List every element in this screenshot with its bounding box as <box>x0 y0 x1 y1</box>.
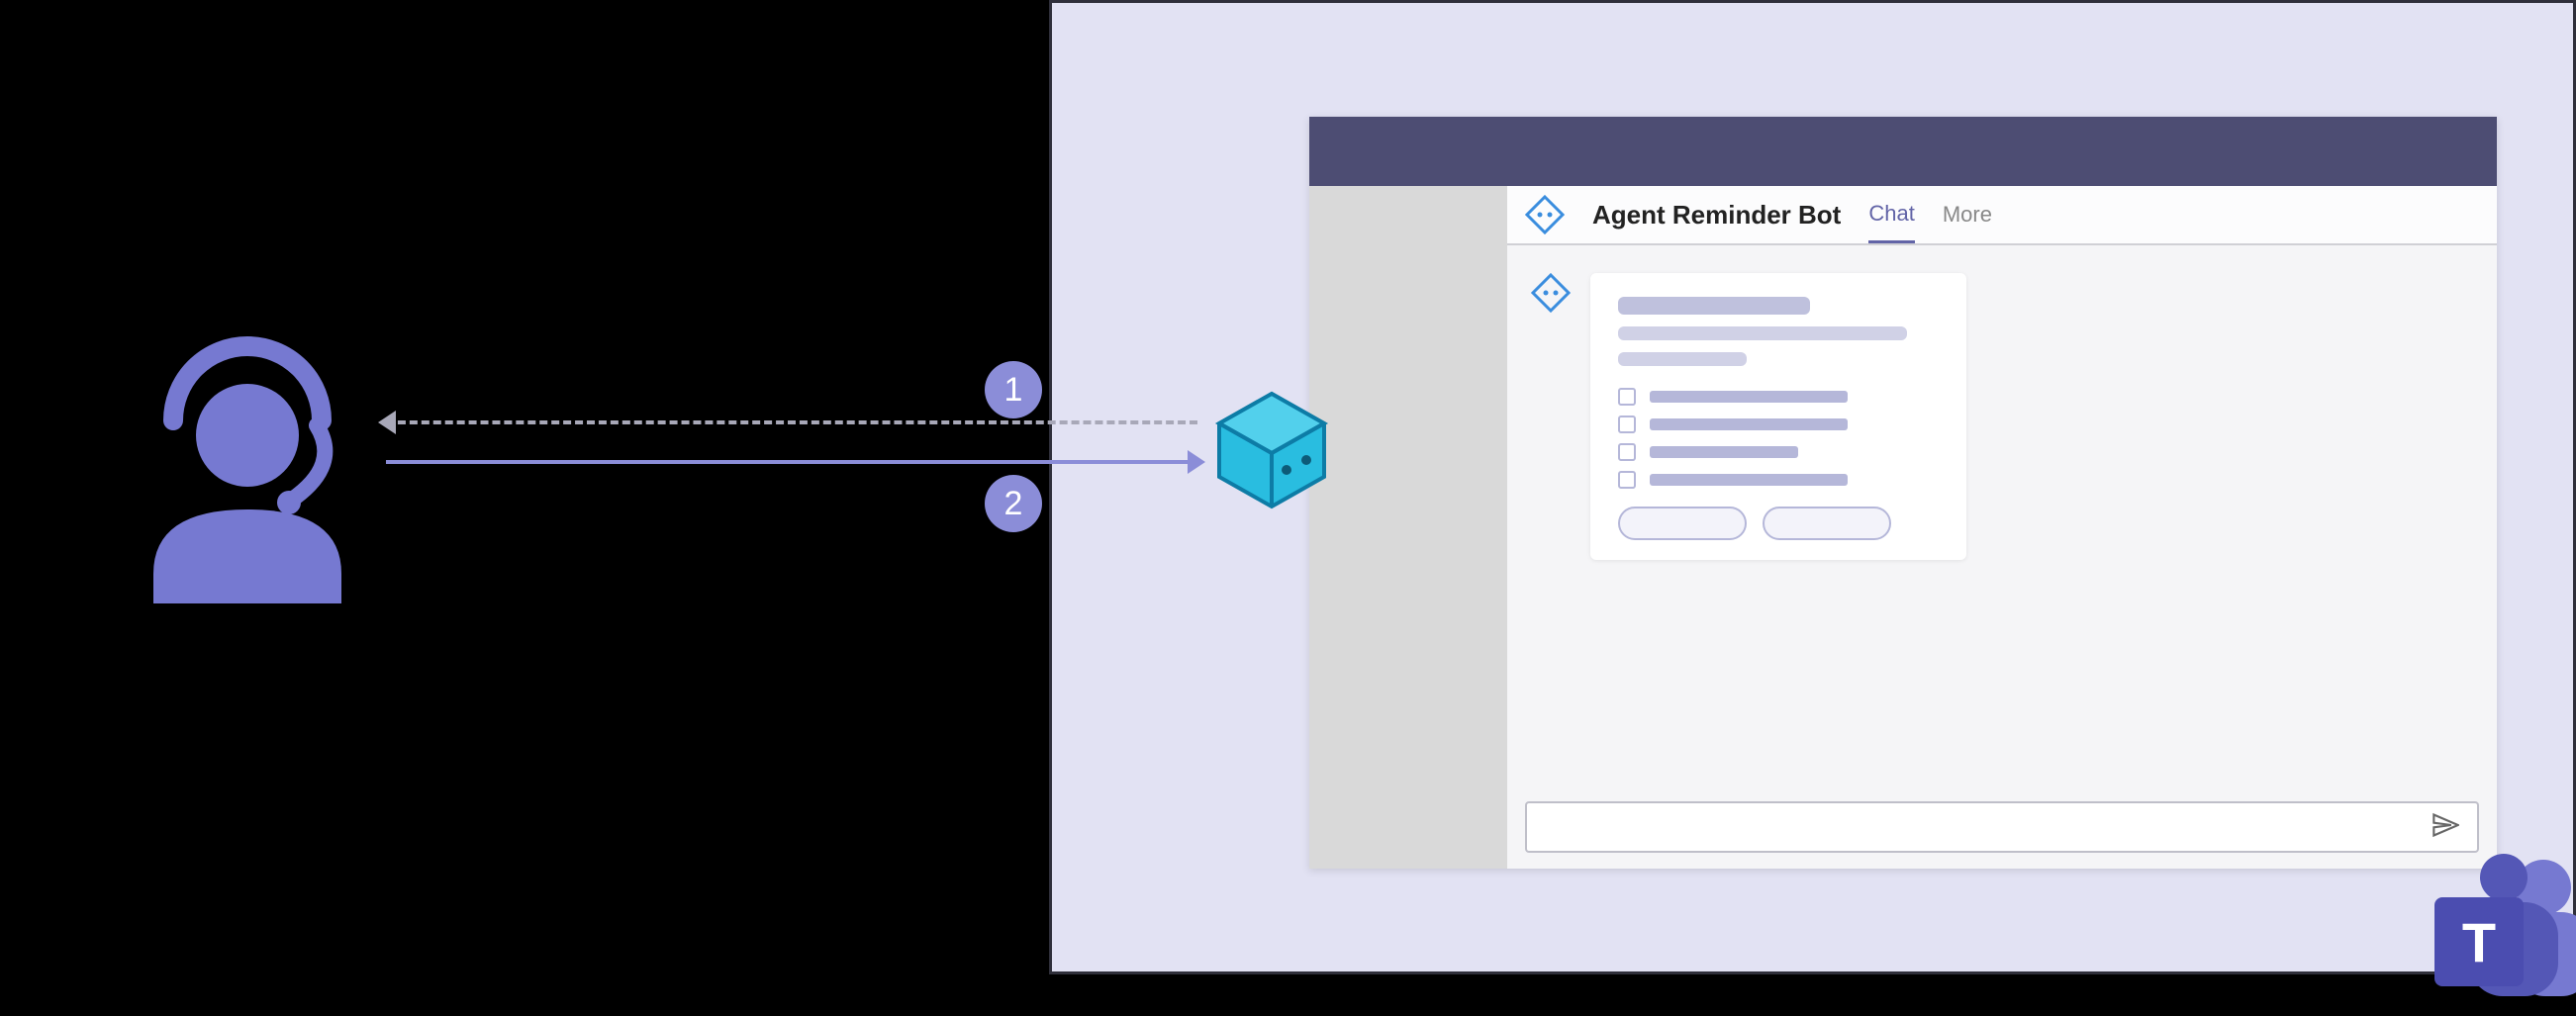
teams-chat-header: Agent Reminder Bot Chat More <box>1507 186 2497 245</box>
checkbox-icon[interactable] <box>1618 443 1636 461</box>
adaptive-card <box>1590 273 1966 560</box>
code-diamond-icon <box>1525 195 1565 234</box>
step-badge-1: 1 <box>985 361 1042 418</box>
card-action-row <box>1618 507 1939 540</box>
checklist-item[interactable] <box>1618 443 1939 461</box>
checkbox-icon[interactable] <box>1618 416 1636 433</box>
checklist-label-placeholder <box>1650 474 1848 486</box>
svg-text:T: T <box>2462 911 2496 973</box>
card-text-placeholder <box>1618 326 1907 340</box>
arrowhead-right-icon <box>1188 450 1205 474</box>
checklist-label-placeholder <box>1650 446 1798 458</box>
teams-left-sidebar <box>1309 186 1507 869</box>
checklist-item[interactable] <box>1618 416 1939 433</box>
bot-message-row <box>1531 273 2473 560</box>
bot-name-label: Agent Reminder Bot <box>1592 200 1841 231</box>
card-action-button[interactable] <box>1763 507 1891 540</box>
checkbox-icon[interactable] <box>1618 471 1636 489</box>
message-compose-box[interactable] <box>1525 801 2479 853</box>
card-action-button[interactable] <box>1618 507 1747 540</box>
checklist-item[interactable] <box>1618 471 1939 489</box>
bot-cube-icon <box>1207 386 1336 514</box>
card-title-placeholder <box>1618 297 1810 315</box>
teams-body: Agent Reminder Bot Chat More <box>1309 186 2497 869</box>
step-number-label: 1 <box>1004 371 1023 410</box>
headset-agent-icon <box>119 326 376 603</box>
card-text-placeholder <box>1618 352 1747 366</box>
tab-more[interactable]: More <box>1943 202 1992 228</box>
teams-app-window: Agent Reminder Bot Chat More <box>1309 117 2497 869</box>
checklist-label-placeholder <box>1650 391 1848 403</box>
chat-messages-area <box>1507 245 2497 869</box>
request-arrow-dashed <box>386 420 1197 424</box>
step-badge-2: 2 <box>985 475 1042 532</box>
code-diamond-icon <box>1531 273 1571 313</box>
checkbox-icon[interactable] <box>1618 388 1636 406</box>
arrowhead-left-icon <box>378 411 396 434</box>
ms-teams-logo: T <box>2415 843 2576 1011</box>
step-number-label: 2 <box>1004 485 1023 523</box>
send-icon[interactable] <box>2432 811 2459 844</box>
interaction-arrows <box>386 386 1197 505</box>
checklist-label-placeholder <box>1650 418 1848 430</box>
teams-titlebar <box>1309 117 2497 186</box>
checklist-item[interactable] <box>1618 388 1939 406</box>
teams-main-pane: Agent Reminder Bot Chat More <box>1507 186 2497 869</box>
response-arrow-solid <box>386 460 1197 464</box>
tab-chat[interactable]: Chat <box>1868 201 1914 243</box>
